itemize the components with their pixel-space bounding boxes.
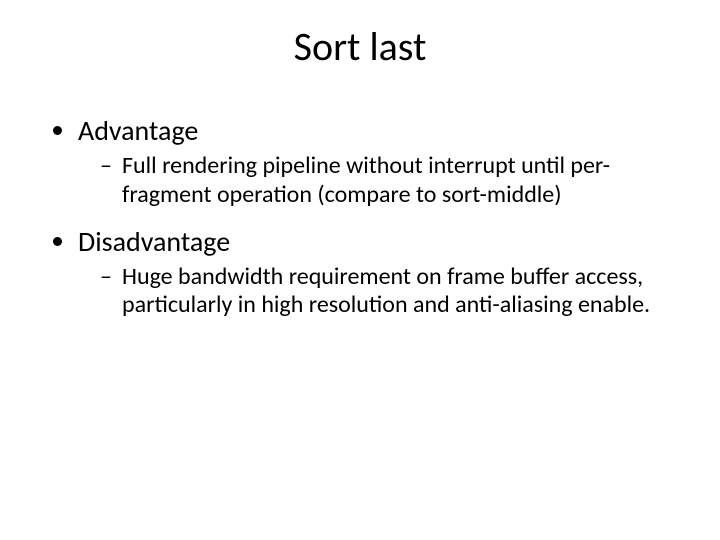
sub-bullet-text: Full rendering pipeline without interrup…: [122, 151, 610, 209]
bullet-item: Disadvantage Huge bandwidth requirement …: [78, 224, 670, 321]
sub-bullet-list: Huge bandwidth requirement on frame buff…: [78, 263, 670, 321]
sub-bullet-text: Huge bandwidth requirement on frame buff…: [122, 262, 650, 320]
bullet-label: Disadvantage: [78, 224, 230, 259]
slide: Sort last Advantage Full rendering pipel…: [0, 0, 720, 540]
sub-bullet-item: Huge bandwidth requirement on frame buff…: [106, 263, 670, 321]
slide-title: Sort last: [50, 22, 670, 71]
bullet-list: Advantage Full rendering pipeline withou…: [50, 113, 670, 320]
sub-bullet-item: Full rendering pipeline without interrup…: [106, 152, 670, 210]
bullet-item: Advantage Full rendering pipeline withou…: [78, 113, 670, 210]
sub-bullet-list: Full rendering pipeline without interrup…: [78, 152, 670, 210]
bullet-label: Advantage: [78, 113, 198, 148]
